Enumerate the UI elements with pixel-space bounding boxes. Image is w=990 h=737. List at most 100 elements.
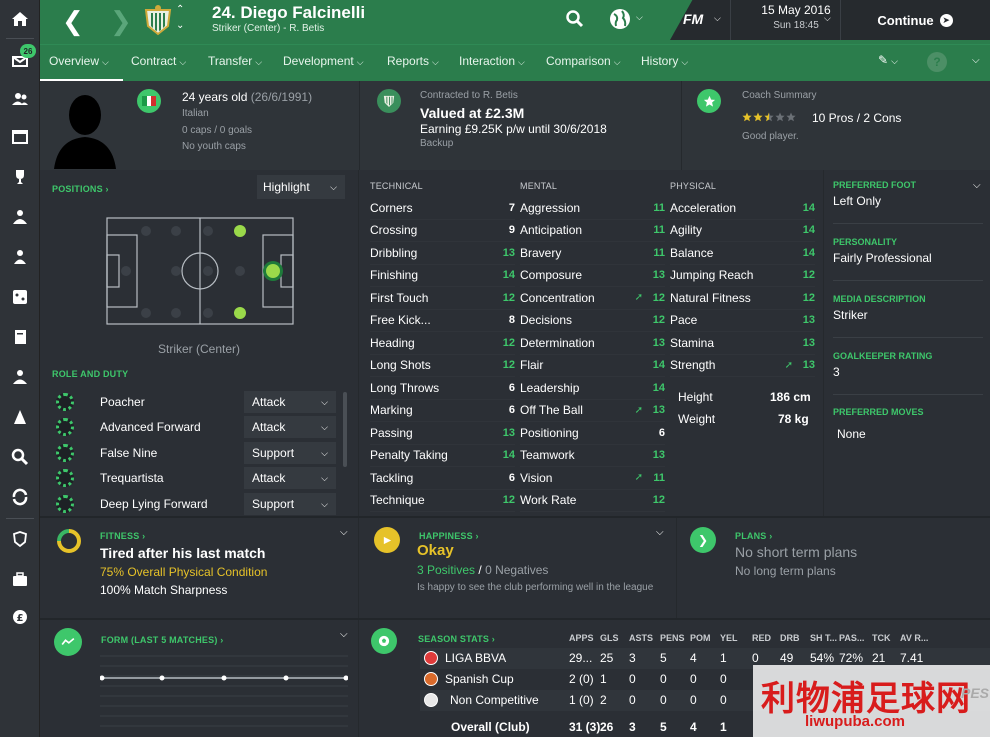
dynamics-icon[interactable]	[0, 278, 40, 316]
attribute-row[interactable]: Agility 14	[670, 220, 815, 242]
tab-history[interactable]: History ⌵	[641, 54, 688, 68]
attribute-row[interactable]: Corners 7	[370, 197, 515, 220]
attribute-row[interactable]: Passing 13	[370, 422, 515, 445]
happiness-counts[interactable]: 3 Positives / 0 Negatives	[417, 563, 548, 577]
transfers-icon[interactable]	[0, 478, 40, 516]
column-header[interactable]: TCK	[872, 633, 891, 643]
form-chevron-icon[interactable]: ⌵	[340, 629, 348, 640]
search-icon[interactable]	[0, 438, 40, 476]
role-row[interactable]: False Nine Support ⌵	[56, 441, 341, 465]
attribute-row[interactable]: Acceleration 14	[670, 197, 815, 220]
column-header[interactable]: PENS	[660, 633, 685, 643]
attribute-row[interactable]: Finishing 14	[370, 265, 515, 287]
home-icon[interactable]	[0, 0, 40, 38]
attribute-row[interactable]: Heading 12	[370, 332, 515, 355]
highlight-dropdown[interactable]: Highlight ⌵	[257, 175, 345, 199]
column-header[interactable]: SH T...	[810, 633, 837, 643]
fitness-chevron-icon[interactable]: ⌵	[340, 527, 348, 538]
column-header[interactable]: DRB	[780, 633, 800, 643]
tab-transfer[interactable]: Transfer ⌵	[208, 54, 262, 68]
duty-dropdown[interactable]: Attack ⌵	[244, 391, 336, 413]
attribute-row[interactable]: Technique 12	[370, 490, 515, 512]
attribute-row[interactable]: Long Throws 6	[370, 377, 515, 400]
tab-comparison[interactable]: Comparison ⌵	[546, 54, 621, 68]
tab-interaction[interactable]: Interaction ⌵	[459, 54, 525, 68]
column-header[interactable]: POM	[690, 633, 711, 643]
prev-player-chevron-icon[interactable]: ⌃	[176, 4, 184, 15]
continue-button[interactable]: Continue ➤	[840, 0, 990, 40]
training-icon[interactable]	[0, 398, 40, 436]
game-date[interactable]: 15 May 2016 Sun 18:45	[746, 0, 846, 40]
tactics-icon[interactable]	[0, 118, 40, 156]
attribute-row[interactable]: Bravery 11	[520, 242, 665, 265]
attribute-row[interactable]: Teamwork 13	[520, 445, 665, 467]
happiness-title[interactable]: HAPPINESS ›	[419, 531, 479, 541]
duty-dropdown[interactable]: Support ⌵	[244, 442, 336, 464]
column-header[interactable]: YEL	[720, 633, 738, 643]
plans-title[interactable]: PLANS ›	[735, 531, 772, 541]
next-player-chevron-icon[interactable]: ⌄	[176, 20, 184, 31]
globe-chevron-icon[interactable]: ⌵	[636, 12, 643, 23]
globe-icon[interactable]	[608, 7, 632, 31]
fitness-title[interactable]: FITNESS ›	[100, 531, 145, 541]
trophy-icon[interactable]	[0, 158, 40, 196]
attribute-row[interactable]: Tackling 6	[370, 467, 515, 490]
form-title[interactable]: FORM (LAST 5 MATCHES) ›	[101, 635, 223, 645]
role-row[interactable]: Poacher Attack ⌵	[56, 390, 341, 414]
column-header[interactable]: RED	[752, 633, 771, 643]
duty-dropdown[interactable]: Attack ⌵	[244, 467, 336, 489]
column-header[interactable]: GLS	[600, 633, 619, 643]
happiness-chevron-icon[interactable]: ⌵	[656, 527, 664, 538]
squad-icon[interactable]	[0, 80, 40, 118]
search-icon[interactable]	[565, 9, 585, 29]
attribute-row[interactable]: Determination 13	[520, 332, 665, 355]
finances-icon[interactable]: £	[0, 598, 40, 636]
tab-reports[interactable]: Reports ⌵	[387, 54, 439, 68]
attribute-row[interactable]: Work Rate 12	[520, 490, 665, 512]
attribute-row[interactable]: Marking 6	[370, 400, 515, 422]
collapse-chevron-icon[interactable]: ⌵	[972, 55, 980, 66]
role-row[interactable]: Advanced Forward Attack ⌵	[56, 415, 341, 439]
tab-overview[interactable]: Overview ⌵	[49, 54, 109, 68]
attribute-row[interactable]: Composure 13	[520, 265, 665, 287]
duty-dropdown[interactable]: Attack ⌵	[244, 416, 336, 438]
attribute-row[interactable]: Off The Ball ➚ 13	[520, 400, 665, 422]
back-arrow-icon[interactable]: ❮	[62, 8, 84, 34]
attribute-row[interactable]: Free Kick... 8	[370, 310, 515, 332]
column-header[interactable]: AV R...	[900, 633, 928, 643]
fm-logo[interactable]: FM	[683, 11, 703, 27]
staff-icon[interactable]	[0, 358, 40, 396]
role-row[interactable]: Deep Lying Forward Support ⌵	[56, 492, 341, 516]
role-row[interactable]: Trequartista Attack ⌵	[56, 466, 341, 490]
u23-squad-icon[interactable]	[0, 238, 40, 276]
attribute-row[interactable]: First Touch 12	[370, 287, 515, 310]
attribute-row[interactable]: Natural Fitness 12	[670, 287, 815, 310]
date-chevron-icon[interactable]: ⌵	[824, 13, 831, 24]
fm-menu-chevron-icon[interactable]: ⌵	[714, 13, 721, 24]
attribute-row[interactable]: Concentration ➚ 12	[520, 287, 665, 310]
positions-title[interactable]: POSITIONS ›	[52, 184, 109, 194]
info-chevron-icon[interactable]: ⌵	[973, 180, 981, 191]
attribute-row[interactable]: Leadership 14	[520, 377, 665, 400]
attribute-row[interactable]: Positioning 6	[520, 422, 665, 445]
attribute-row[interactable]: Vision ➚ 11	[520, 467, 665, 490]
attribute-row[interactable]: Aggression 11	[520, 197, 665, 220]
roles-scrollbar[interactable]	[343, 392, 347, 467]
attribute-row[interactable]: Anticipation 11	[520, 220, 665, 242]
column-header[interactable]: APPS	[569, 633, 594, 643]
attribute-row[interactable]: Flair 14	[520, 355, 665, 377]
column-header[interactable]: ASTS	[629, 633, 653, 643]
attribute-row[interactable]: Dribbling 13	[370, 242, 515, 265]
attribute-row[interactable]: Crossing 9	[370, 220, 515, 242]
inbox-icon[interactable]: 26	[0, 40, 40, 78]
forward-arrow-icon[interactable]: ❯	[110, 8, 132, 34]
briefcase-icon[interactable]	[0, 560, 40, 598]
tab-contract[interactable]: Contract ⌵	[131, 54, 186, 68]
attribute-row[interactable]: Strength ➚ 13	[670, 355, 815, 377]
club-badge-icon[interactable]	[0, 520, 40, 558]
attribute-row[interactable]: Long Shots 12	[370, 355, 515, 377]
column-header[interactable]: PAS...	[839, 633, 864, 643]
tab-development[interactable]: Development ⌵	[283, 54, 364, 68]
u19-squad-icon[interactable]	[0, 198, 40, 236]
attribute-row[interactable]: Jumping Reach 12	[670, 265, 815, 287]
